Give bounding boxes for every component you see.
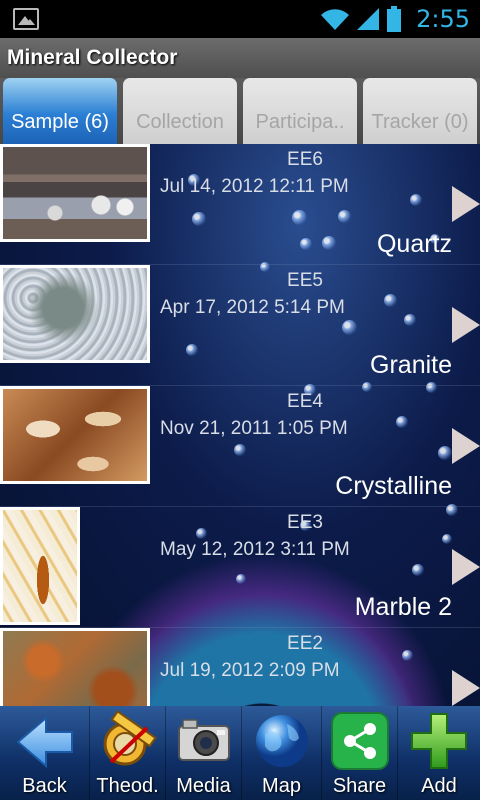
list-item[interactable]: EE5 Apr 17, 2012 5:14 PM Granite	[0, 265, 480, 386]
status-bar: 2:55	[0, 0, 480, 38]
theodolite-button[interactable]: Theod.	[90, 706, 166, 800]
sample-date: Nov 21, 2011 1:05 PM	[160, 418, 348, 439]
sample-id: EE6	[287, 149, 323, 170]
sample-id: EE4	[287, 391, 323, 412]
mineral-thumbnail	[0, 628, 150, 706]
list-item[interactable]: EE6 Jul 14, 2012 12:11 PM Quartz	[0, 144, 480, 265]
granite-thumbnail	[0, 265, 150, 363]
battery-icon	[387, 6, 402, 32]
add-label: Add	[421, 775, 457, 797]
list-item[interactable]: EE4 Nov 21, 2011 1:05 PM Crystalline	[0, 386, 480, 507]
sample-id: EE5	[287, 270, 323, 291]
quartz-thumbnail	[0, 144, 150, 242]
share-label: Share	[332, 775, 387, 797]
tab-sample[interactable]: Sample (6)	[3, 78, 117, 144]
sample-id: EE2	[287, 633, 323, 654]
sample-name: Marble 2	[354, 593, 452, 621]
media-button[interactable]: Media	[166, 706, 242, 800]
clock: 2:55	[416, 5, 470, 33]
sample-date: Jul 14, 2012 12:11 PM	[160, 176, 349, 197]
sample-list[interactable]: EE6 Jul 14, 2012 12:11 PM Quartz EE5 Apr…	[0, 144, 480, 706]
share-button[interactable]: Share	[322, 706, 398, 800]
status-icons: 2:55	[320, 4, 470, 34]
theodolite-icon	[103, 710, 157, 766]
chevron-right-icon[interactable]	[452, 428, 480, 464]
sample-date: Jul 19, 2012 2:09 PM	[160, 660, 340, 681]
chevron-right-icon[interactable]	[452, 186, 480, 222]
signal-icon	[357, 8, 380, 30]
tab-participants[interactable]: Participa..	[243, 78, 357, 144]
chevron-right-icon[interactable]	[452, 549, 480, 585]
add-button[interactable]: Add	[398, 706, 480, 800]
share-icon	[330, 712, 389, 770]
list-item[interactable]: EE3 May 12, 2012 3:11 PM Marble 2	[0, 507, 480, 628]
sample-date: Apr 17, 2012 5:14 PM	[160, 297, 345, 318]
tab-bar: Sample (6) Collection Participa.. Tracke…	[0, 78, 480, 144]
chevron-right-icon[interactable]	[452, 307, 480, 343]
plus-icon	[411, 713, 467, 769]
camera-icon	[177, 719, 230, 761]
sample-date: May 12, 2012 3:11 PM	[160, 539, 350, 560]
theodolite-label: Theod.	[96, 775, 159, 797]
crystalline-thumbnail	[0, 386, 150, 484]
tab-tracker[interactable]: Tracker (0)	[363, 78, 477, 144]
picture-notification-icon	[13, 8, 39, 30]
map-label: Map	[262, 775, 301, 797]
back-label: Back	[22, 775, 67, 797]
tab-collection[interactable]: Collection	[123, 78, 237, 144]
list-item[interactable]: EE2 Jul 19, 2012 2:09 PM	[0, 628, 480, 706]
globe-icon	[255, 715, 308, 767]
map-button[interactable]: Map	[242, 706, 322, 800]
sample-id: EE3	[287, 512, 323, 533]
marble-thumbnail	[0, 507, 80, 625]
app-title: Mineral Collector	[0, 38, 480, 78]
media-label: Media	[176, 775, 231, 797]
back-arrow-icon	[15, 715, 73, 769]
chevron-right-icon[interactable]	[452, 670, 480, 706]
sample-name: Quartz	[376, 230, 452, 258]
wifi-icon	[321, 9, 350, 30]
sample-name: Crystalline	[335, 472, 452, 500]
sample-name: Granite	[370, 351, 452, 379]
back-button[interactable]: Back	[0, 706, 90, 800]
bottom-toolbar: Back Theod. Media Map Share Add	[0, 706, 480, 800]
